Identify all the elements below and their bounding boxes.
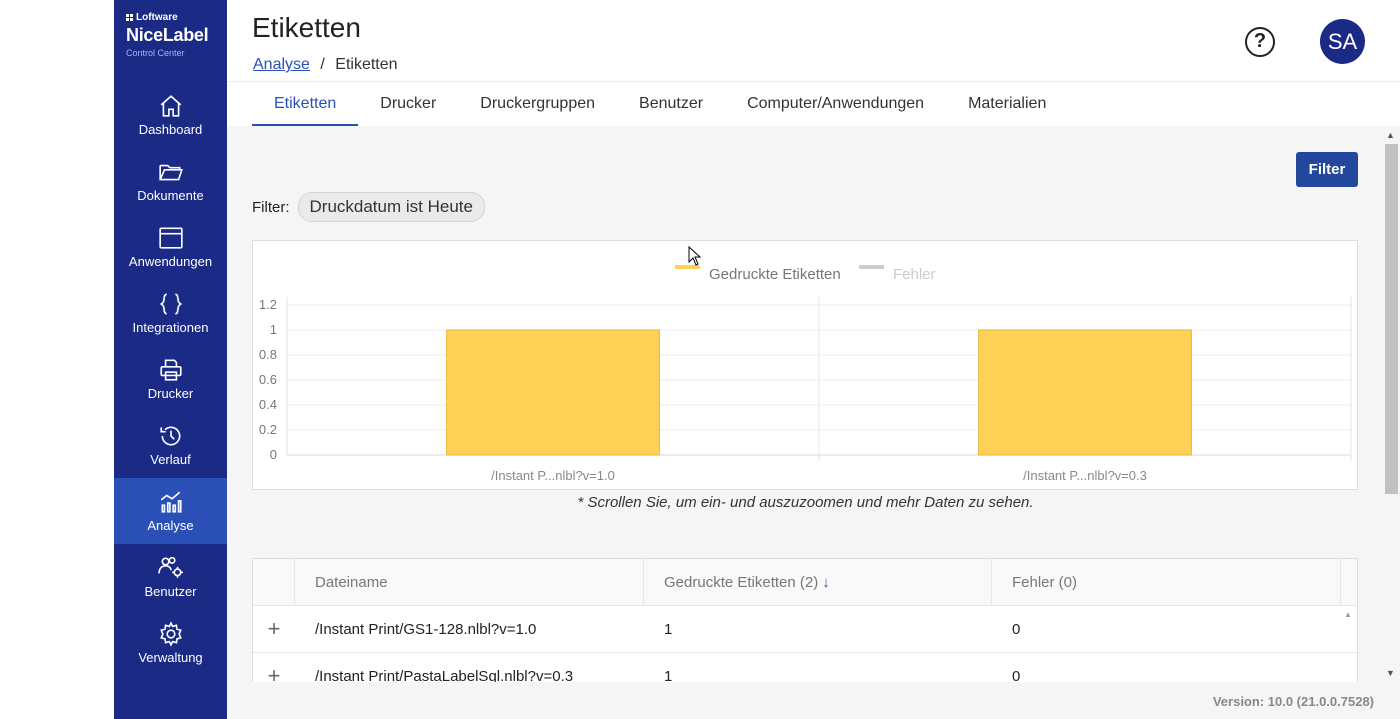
table-scroll-up-icon[interactable]: ▲ — [1344, 610, 1352, 619]
loftware-logo-icon — [126, 14, 133, 21]
sidebar-item-label: Dashboard — [138, 122, 203, 137]
users-gear-icon — [157, 556, 183, 578]
sidebar-item-integrationen[interactable]: Integrationen — [114, 280, 227, 346]
chart-hint: * Scrollen Sie, um ein- und auszuzoomen … — [577, 494, 1034, 511]
page-header: Etiketten Analyse / Etiketten ? SA — [227, 0, 1400, 82]
footer: Version: 10.0 (21.0.0.7528) — [227, 682, 1400, 719]
breadcrumb: Analyse / Etiketten — [253, 56, 398, 74]
scroll-up-icon[interactable]: ▲ — [1386, 130, 1395, 140]
column-header-label: Gedruckte Etiketten (2) — [664, 573, 819, 591]
legend-label: Fehler — [893, 266, 936, 283]
mouse-cursor-icon — [688, 246, 702, 266]
help-icon[interactable]: ? — [1245, 27, 1275, 57]
y-tick-label: 1 — [270, 322, 277, 337]
sidebar-item-verlauf[interactable]: Verlauf — [114, 412, 227, 478]
sort-descending-icon: ↓ — [822, 573, 830, 591]
filter-chip[interactable]: Druckdatum ist Heute — [297, 192, 485, 222]
brand-logo[interactable]: Loftware NiceLabel Control Center — [114, 0, 227, 82]
expand-row-icon[interactable]: + — [253, 606, 295, 652]
legend-label: Gedruckte Etiketten — [709, 266, 841, 283]
sidebar-item-label: Verlauf — [150, 452, 191, 467]
brand-company: Loftware — [136, 12, 178, 23]
window-icon — [158, 227, 183, 249]
sidebar-item-analyse[interactable]: Analyse — [114, 478, 227, 544]
table-row: + /Instant Print/PastaLabelSql.nlbl?v=0.… — [253, 653, 1357, 682]
table-header-row: Dateiname Gedruckte Etiketten (2) ↓ Fehl… — [253, 559, 1357, 606]
filter-label: Filter: — [252, 198, 290, 216]
sidebar-item-dashboard[interactable]: Dashboard — [114, 82, 227, 148]
braces-icon — [159, 293, 182, 315]
sidebar-item-label: Dokumente — [137, 188, 204, 203]
chart-panel[interactable]: 0 0.2 0.4 0.6 0.8 1 1.2/Instant P...nlbl?v=1.0… — [252, 240, 1358, 490]
x-tick-label: /Instant P...nlbl?v=0.3 — [1023, 468, 1147, 483]
breadcrumb-link-analyse[interactable]: Analyse — [253, 56, 310, 73]
cell-gedruckte-etiketten: 1 — [664, 667, 673, 683]
column-header-fehler[interactable]: Fehler (0) — [992, 559, 1341, 605]
legend-swatch — [859, 265, 884, 269]
cell-gedruckte-etiketten: 1 — [664, 620, 673, 638]
y-tick-label: 0.2 — [259, 422, 277, 437]
column-header-dateiname[interactable]: Dateiname — [295, 559, 644, 605]
breadcrumb-separator: / — [320, 56, 325, 73]
bar-gedruckte-etiketten — [446, 329, 660, 456]
sidebar-item-verwaltung[interactable]: Verwaltung — [114, 610, 227, 676]
cell-dateiname: /Instant Print/PastaLabelSql.nlbl?v=0.3 — [315, 667, 574, 683]
sidebar-item-label: Benutzer — [144, 584, 197, 599]
printer-icon — [159, 359, 182, 381]
scroll-down-icon[interactable]: ▼ — [1386, 668, 1395, 678]
expand-column-header — [253, 559, 295, 605]
sidebar-item-label: Drucker — [147, 386, 194, 401]
sidebar-item-label: Verwaltung — [138, 650, 203, 665]
history-icon — [159, 426, 180, 446]
brand-subtitle: Control Center — [126, 48, 185, 58]
column-header-gedruckte-etiketten[interactable]: Gedruckte Etiketten (2) ↓ — [644, 559, 992, 605]
page-title: Etiketten — [252, 12, 361, 43]
folder-icon — [158, 164, 183, 181]
cell-dateiname: /Instant Print/GS1-128.nlbl?v=1.0 — [315, 620, 537, 638]
version-text: Version: 10.0 (21.0.0.7528) — [1212, 694, 1374, 709]
y-tick-label: 0.4 — [259, 397, 277, 412]
breadcrumb-current: Etiketten — [335, 56, 398, 73]
analytics-icon — [160, 491, 182, 513]
avatar[interactable]: SA — [1320, 19, 1365, 64]
bar-gedruckte-etiketten — [978, 329, 1192, 456]
active-filters: Filter: Druckdatum ist Heute — [252, 192, 485, 222]
data-table: Dateiname Gedruckte Etiketten (2) ↓ Fehl… — [252, 558, 1358, 682]
tab-etiketten[interactable]: Etiketten — [252, 82, 359, 126]
sidebar-item-label: Integrationen — [132, 320, 209, 335]
y-tick-label: 1.2 — [259, 297, 277, 312]
tab-benutzer[interactable]: Benutzer — [617, 82, 725, 126]
table-row: + /Instant Print/GS1-128.nlbl?v=1.0 1 0 — [253, 606, 1357, 653]
sidebar: Loftware NiceLabel Control Center Dashbo… — [114, 0, 227, 719]
tab-materialien[interactable]: Materialien — [946, 82, 1068, 126]
y-tick-label: 0.6 — [259, 372, 277, 387]
content-area: Filter Filter: Druckdatum ist Heute 0 0.2… — [227, 126, 1384, 682]
expand-row-icon[interactable]: + — [253, 653, 295, 682]
sidebar-item-dokumente[interactable]: Dokumente — [114, 148, 227, 214]
page-scrollbar-thumb[interactable] — [1385, 144, 1398, 494]
x-tick-label: /Instant P...nlbl?v=1.0 — [491, 468, 615, 483]
brand-product: NiceLabel — [126, 25, 209, 45]
y-tick-label: 0 — [270, 447, 277, 462]
tab-drucker[interactable]: Drucker — [358, 82, 458, 126]
sidebar-item-benutzer[interactable]: Benutzer — [114, 544, 227, 610]
cell-fehler: 0 — [1012, 620, 1021, 638]
y-tick-label: 0.8 — [259, 347, 277, 362]
home-icon — [160, 95, 181, 117]
sidebar-item-anwendungen[interactable]: Anwendungen — [114, 214, 227, 280]
tab-druckergruppen[interactable]: Druckergruppen — [458, 82, 617, 126]
gear-icon — [159, 621, 182, 647]
sidebar-item-label: Anwendungen — [128, 254, 213, 269]
cell-fehler: 0 — [1012, 667, 1021, 683]
tab-computer-anwendungen[interactable]: Computer/Anwendungen — [725, 82, 946, 126]
sidebar-item-drucker[interactable]: Drucker — [114, 346, 227, 412]
sidebar-item-label: Analyse — [147, 518, 194, 533]
bar-chart[interactable]: 0 0.2 0.4 0.6 0.8 1 1.2/Instant P...nlbl?v=1.0… — [253, 241, 1357, 489]
filter-button[interactable]: Filter — [1296, 152, 1358, 187]
tab-bar: Etiketten Drucker Druckergruppen Benutze… — [252, 82, 1068, 126]
